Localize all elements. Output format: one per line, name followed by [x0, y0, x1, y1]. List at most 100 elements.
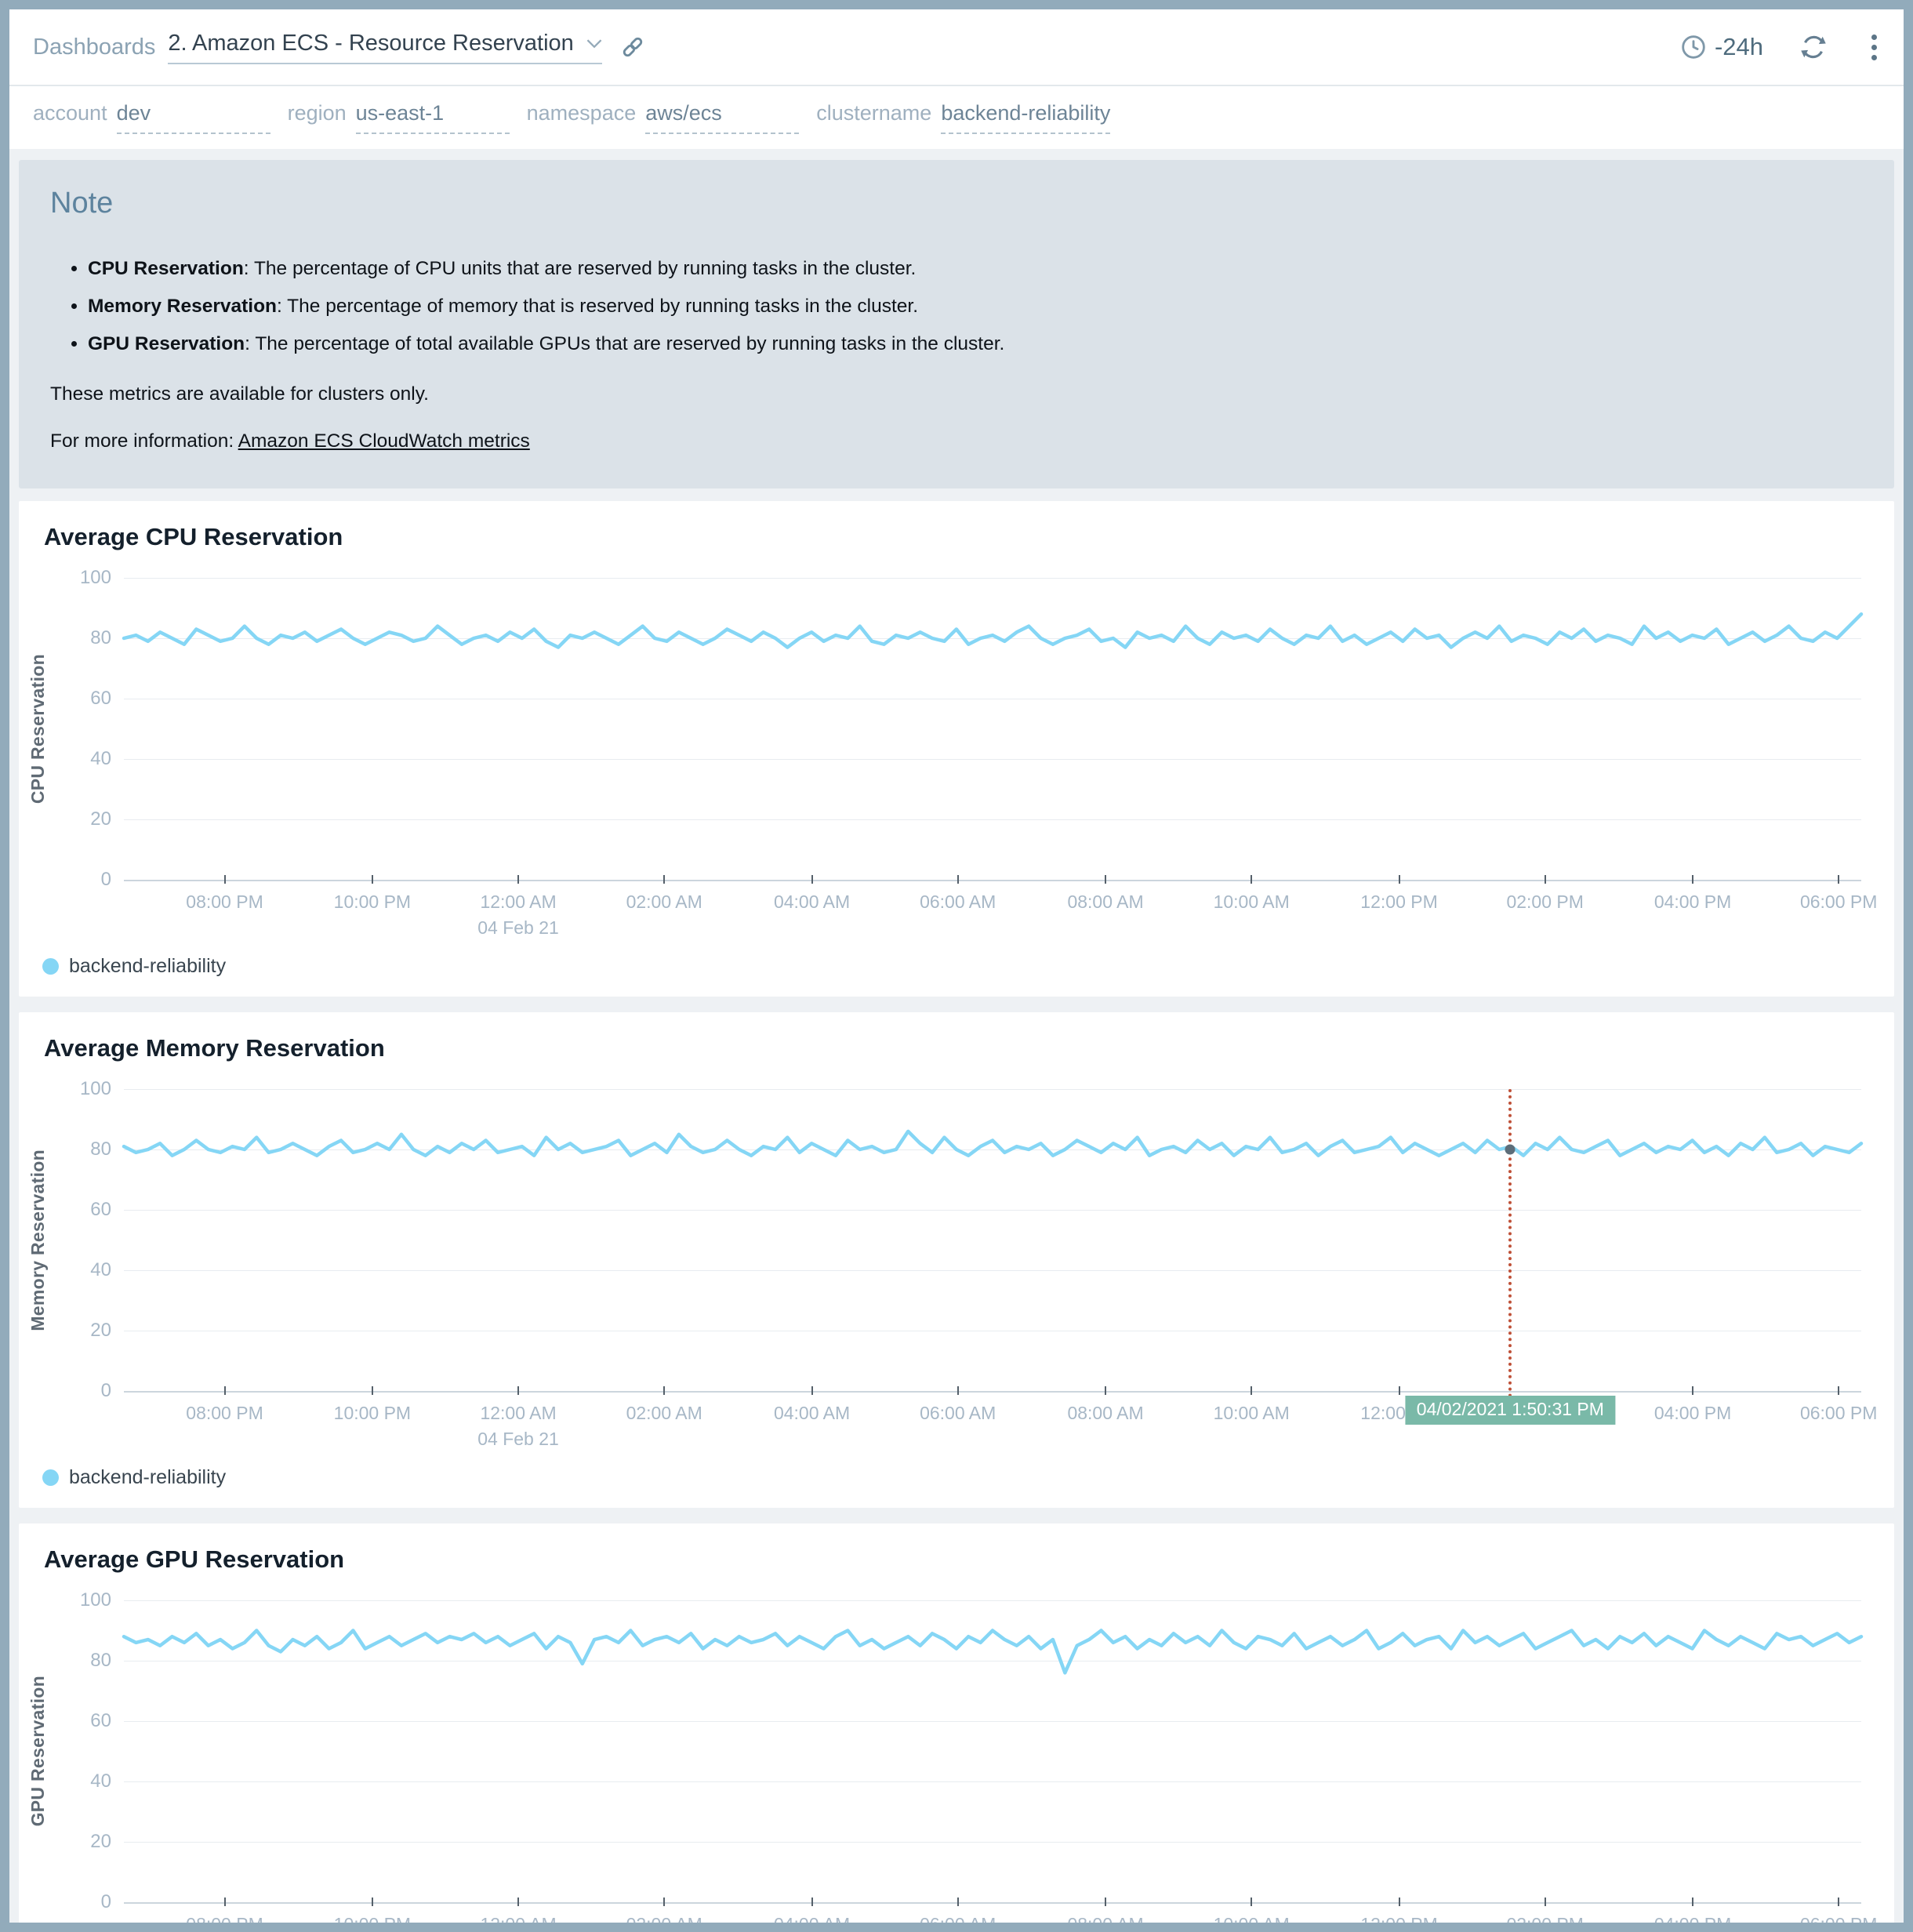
legend-item[interactable]: backend-reliability [19, 947, 1894, 982]
filter-bar: account dev region us-east-1 namespace a… [9, 86, 1904, 149]
y-tick-label: 0 [101, 869, 111, 891]
chart-title: Average Memory Reservation [19, 1034, 1894, 1062]
time-range-label: -24h [1715, 33, 1763, 61]
plot-area[interactable] [124, 578, 1861, 880]
metric-term: Memory Reservation [88, 296, 277, 317]
x-tick-label: 08:00 AM [1067, 889, 1143, 915]
chevron-down-icon [586, 38, 602, 49]
x-tick-label: 02:00 AM [626, 1400, 702, 1426]
note-bullet-cpu: CPU Reservation: The percentage of CPU u… [88, 258, 1863, 280]
y-axis: 100806040200 [56, 1600, 124, 1902]
note-bullet-list: CPU Reservation: The percentage of CPU u… [50, 258, 1863, 355]
kebab-menu-button[interactable] [1868, 31, 1880, 64]
x-tick-label: 12:00 AM04 Feb 21 [477, 1400, 559, 1453]
x-tick-label: 10:00 PM [334, 1912, 411, 1923]
series-line-backend-reliability [124, 1600, 1861, 1902]
x-tick-label: 12:00 AM04 Feb 21 [477, 1912, 559, 1923]
x-axis: 08:00 PM 10:00 PM 12:00 AM04 Feb 21 02:00 A… [124, 1391, 1861, 1458]
y-tick-label: 0 [101, 1891, 111, 1913]
y-tick-label: 40 [90, 1259, 111, 1281]
chart-panel-cpu: Average CPU Reservation CPU Reservation … [19, 501, 1894, 997]
x-tick-label: 08:00 PM [186, 889, 263, 915]
x-tick-label: 02:00 AM [626, 1912, 702, 1923]
x-tick-label: 06:00 PM [1800, 1400, 1877, 1426]
filter-namespace: namespace aws/ecs [527, 101, 800, 134]
y-tick-label: 20 [90, 808, 111, 830]
y-axis-title: GPU Reservation [27, 1676, 49, 1826]
y-tick-label: 60 [90, 688, 111, 710]
y-tick-label: 80 [90, 1650, 111, 1672]
y-tick-label: 20 [90, 1831, 111, 1853]
filter-value-region[interactable]: us-east-1 [356, 101, 510, 134]
note-bullet-memory: Memory Reservation: The percentage of me… [88, 296, 1863, 318]
refresh-button[interactable] [1799, 33, 1828, 61]
plot-area[interactable] [124, 1600, 1861, 1902]
y-tick-label: 100 [80, 1078, 111, 1100]
link-icon [619, 34, 646, 60]
x-tick-label: 10:00 PM [334, 889, 411, 915]
x-tick-label: 06:00 AM [920, 889, 996, 915]
filter-region: region us-east-1 [288, 101, 510, 134]
filter-value-clustername[interactable]: backend-reliability [941, 101, 1110, 134]
x-tick-label: 04:00 AM [774, 889, 850, 915]
note-footnote: These metrics are available for clusters… [50, 383, 1863, 405]
refresh-icon [1799, 33, 1828, 61]
x-axis: 08:00 PM10:00 PM12:00 AM04 Feb 2102:00 A… [124, 880, 1861, 947]
y-tick-label: 60 [90, 1710, 111, 1732]
top-bar: Dashboards 2. Amazon ECS - Resource Rese… [9, 9, 1904, 149]
filter-label: account [33, 101, 107, 125]
x-tick-label: 08:00 AM [1067, 1400, 1143, 1426]
chart-panel-memory: Average Memory Reservation Memory Reserv… [19, 1012, 1894, 1508]
x-tick-label: 04:00 PM [1654, 1912, 1731, 1923]
dashboard-page: Dashboards 2. Amazon ECS - Resource Rese… [9, 9, 1904, 1923]
crosshair-timestamp-badge: 04/02/2021 1:50:31 PM [1406, 1396, 1615, 1425]
legend-item[interactable]: backend-reliability [19, 1458, 1894, 1494]
x-tick-label: 10:00 AM [1214, 1912, 1290, 1923]
x-tick-label: 10:00 PM [334, 1400, 411, 1426]
y-axis: 100806040200 [56, 1089, 124, 1391]
x-tick-label: 10:00 AM [1214, 889, 1290, 915]
cloudwatch-metrics-link[interactable]: Amazon ECS CloudWatch metrics [238, 430, 530, 452]
x-tick-label: 06:00 AM [920, 1400, 996, 1426]
filter-label: clustername [816, 101, 931, 125]
x-tick-label: 06:00 PM [1800, 1912, 1877, 1923]
kebab-menu-icon [1871, 34, 1877, 40]
filter-account: account dev [33, 101, 270, 134]
x-tick-label: 02:00 PM [1506, 1912, 1583, 1923]
plot-area[interactable] [124, 1089, 1861, 1391]
header-actions: -24h [1680, 31, 1880, 64]
metric-term: CPU Reservation [88, 258, 244, 279]
filter-value-namespace[interactable]: aws/ecs [645, 101, 799, 134]
crosshair-line [1508, 1089, 1512, 1404]
y-axis-title: CPU Reservation [27, 654, 49, 804]
dashboard-title-dropdown[interactable]: 2. Amazon ECS - Resource Reservation [168, 31, 601, 64]
note-panel: Note CPU Reservation: The percentage of … [19, 160, 1894, 488]
legend-dot [42, 958, 59, 975]
series-line-backend-reliability [124, 578, 1861, 880]
breadcrumb: Dashboards [33, 34, 155, 60]
crosshair-dot [1505, 1145, 1516, 1155]
x-tick-label: 08:00 AM [1067, 1912, 1143, 1923]
y-tick-label: 100 [80, 1589, 111, 1611]
filter-value-account[interactable]: dev [117, 101, 270, 134]
x-tick-label: 04:00 PM [1654, 1400, 1731, 1426]
note-more-info: For more information: Amazon ECS CloudWa… [50, 430, 1863, 452]
x-tick-label: 08:00 PM [186, 1400, 263, 1426]
x-tick-label: 10:00 AM [1214, 1400, 1290, 1426]
y-tick-label: 40 [90, 748, 111, 770]
page-title: 2. Amazon ECS - Resource Reservation [168, 31, 573, 56]
y-tick-label: 20 [90, 1320, 111, 1342]
x-axis: 08:00 PM10:00 PM12:00 AM04 Feb 2102:00 A… [124, 1902, 1861, 1923]
y-tick-label: 100 [80, 567, 111, 589]
y-axis-title: Memory Reservation [27, 1149, 49, 1331]
x-tick-label: 12:00 PM [1360, 889, 1437, 915]
legend-dot [42, 1469, 59, 1486]
filter-label: region [288, 101, 347, 125]
y-tick-label: 40 [90, 1770, 111, 1792]
x-tick-label: 06:00 AM [920, 1912, 996, 1923]
chart-title: Average GPU Reservation [19, 1545, 1894, 1574]
series-line-backend-reliability [124, 1089, 1861, 1391]
x-tick-label: 04:00 AM [774, 1400, 850, 1426]
time-range-button[interactable]: -24h [1680, 33, 1763, 61]
share-link-button[interactable] [619, 34, 646, 60]
